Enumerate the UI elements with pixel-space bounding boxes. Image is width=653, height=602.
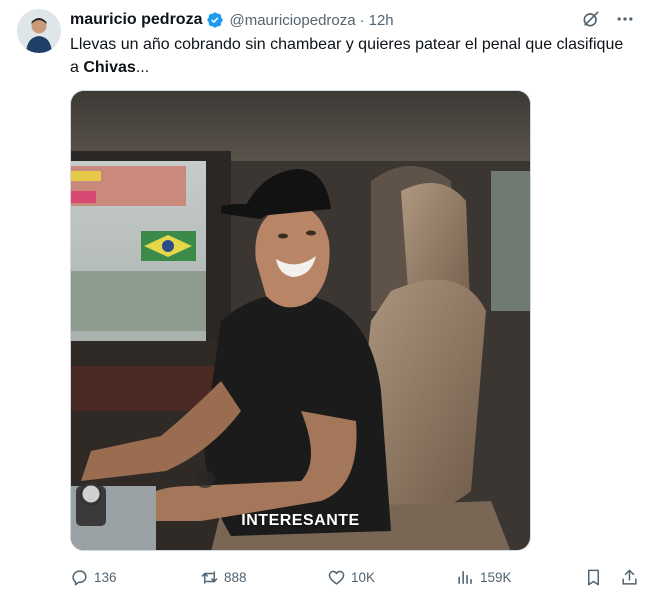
repost-icon [201,570,218,584]
repost-button[interactable]: 888 [200,564,247,590]
reply-icon [72,569,87,585]
action-bar: 136 888 10K 159K [70,564,644,590]
separator-dot: · [359,11,365,29]
author-name[interactable]: mauricio pedroza [70,11,202,29]
media-caption: INTERESANTE [241,512,360,529]
views-button[interactable]: 159K [456,564,512,590]
like-count: 10K [351,569,376,585]
like-icon [328,570,345,585]
top-actions [581,9,635,29]
author-handle[interactable]: @mauriciopedroza [229,12,355,29]
share-icon [622,569,637,585]
bookmark-icon [587,569,600,585]
tweet-media[interactable]: INTERESANTE [70,90,531,551]
grok-icon[interactable] [581,9,601,29]
like-button[interactable]: 10K [327,564,375,590]
tweet-text: Llevas un año cobrando sin chambear y qu… [70,33,630,79]
repost-count: 888 [224,569,247,585]
views-icon [458,570,472,584]
reply-count: 136 [94,569,117,585]
timestamp[interactable]: 12h [369,12,394,29]
tweet-header: mauricio pedroza @mauriciopedroza · 12h [70,9,394,31]
tweet[interactable]: mauricio pedroza @mauriciopedroza · 12h … [0,0,653,602]
bookmark-button[interactable] [584,564,608,590]
reply-button[interactable]: 136 [70,564,117,590]
verified-badge-icon [206,11,224,29]
tweet-text-bold: Chivas [83,59,136,76]
avatar[interactable] [17,9,61,53]
tweet-text-prefix: Llevas un año cobrando sin chambear y qu… [70,36,624,76]
more-icon[interactable] [615,9,635,29]
views-count: 159K [480,569,512,585]
share-button[interactable] [620,564,644,590]
media-image [71,91,530,550]
tweet-text-suffix: ... [135,59,150,76]
